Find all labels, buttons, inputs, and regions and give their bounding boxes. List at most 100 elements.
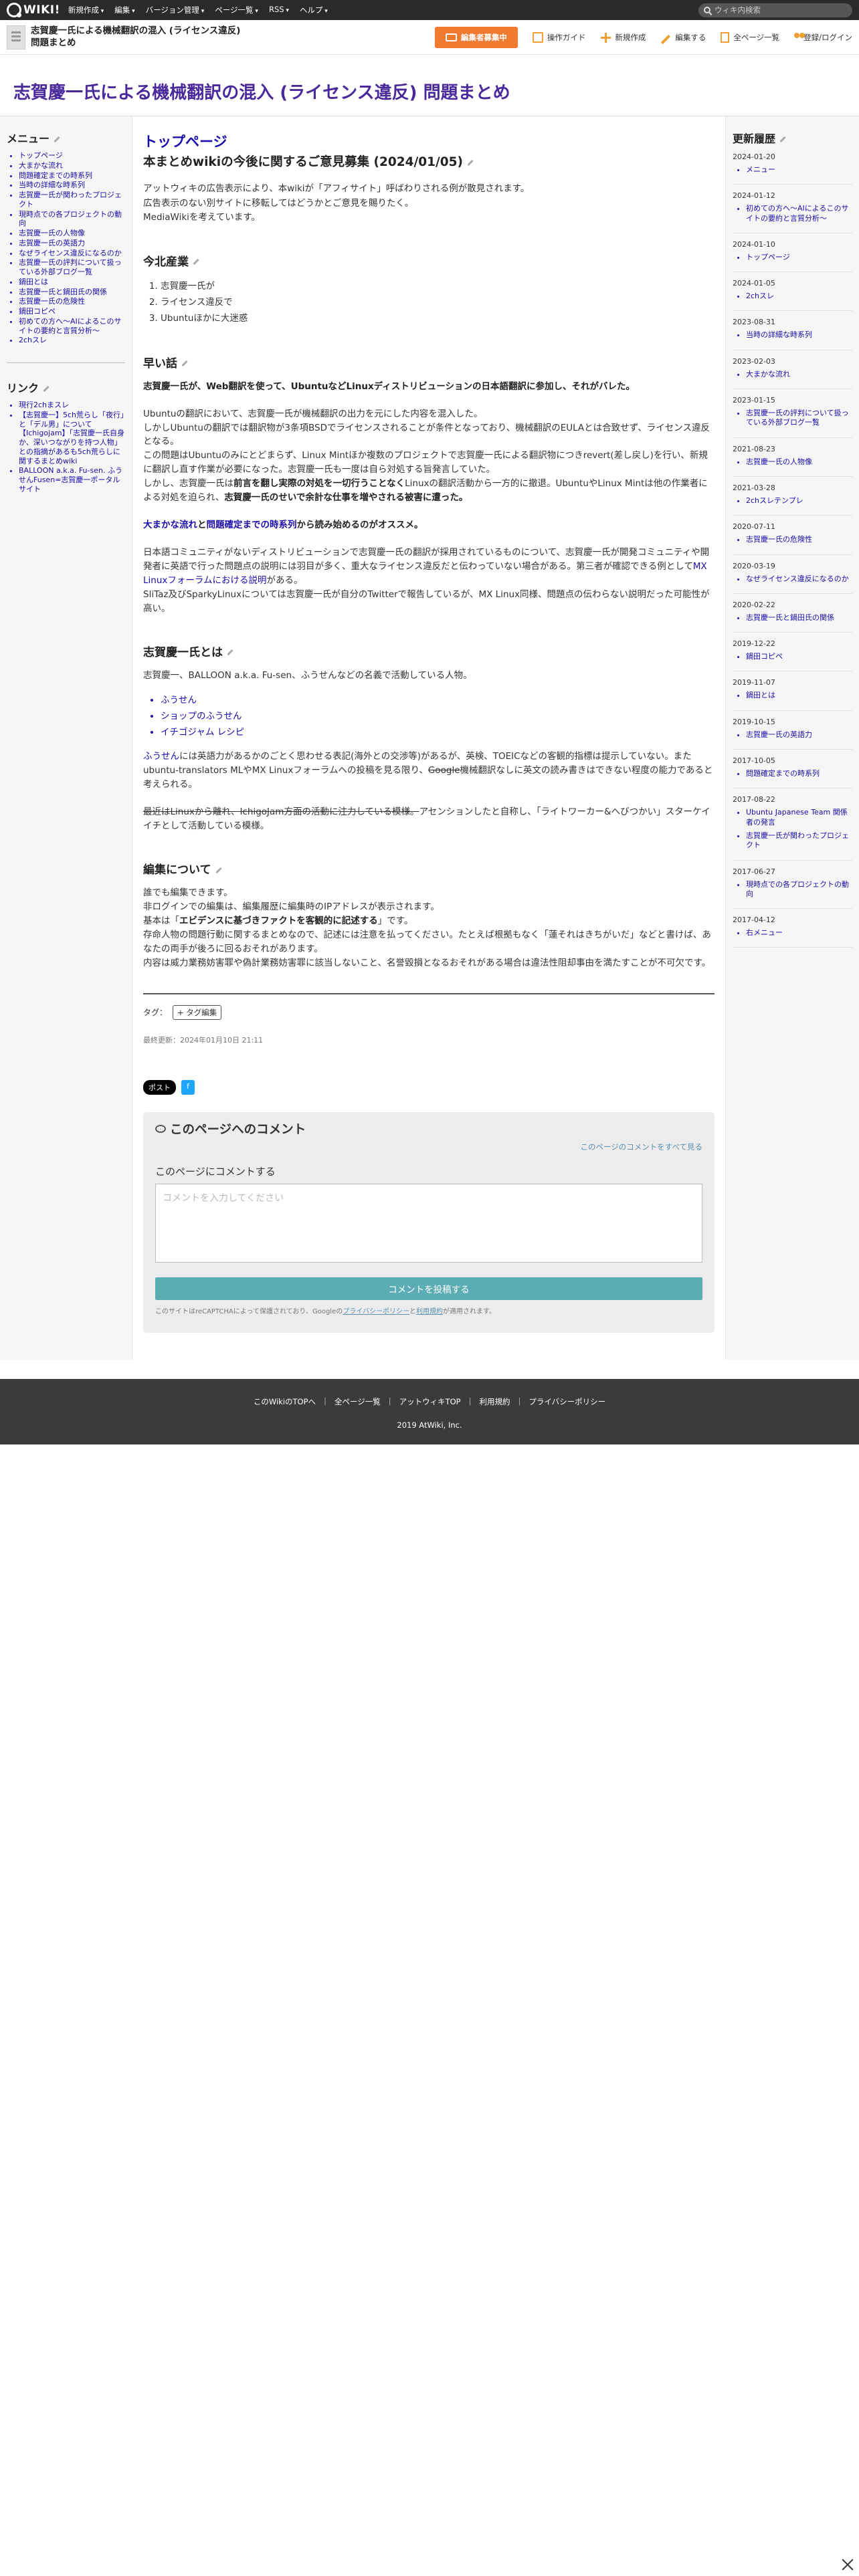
close-icon[interactable]: [840, 2557, 855, 2572]
history-item[interactable]: 鍋田とは: [746, 691, 852, 700]
history-item[interactable]: 志賀慶一氏の人物像: [746, 457, 852, 467]
timeline-link[interactable]: 問題確定までの時系列: [207, 520, 297, 530]
edit-icon[interactable]: [54, 136, 60, 143]
recaptcha-note: このサイトはreCAPTCHAによって保護されており、Googleのプライバシー…: [155, 1307, 496, 1315]
sidebar-item[interactable]: 初めての方へ〜AIによるこのサイトの要約と言質分析〜: [19, 317, 125, 336]
sidebar-item[interactable]: 大まかな流れ: [19, 161, 125, 171]
sidebar-item[interactable]: 志賀慶一氏と鍋田氏の関係: [19, 288, 125, 297]
history-heading: 更新履歴: [733, 130, 852, 146]
paragraph: この問題はUbuntuのみにとどまらず、Linux Mintほか複数のプロジェク…: [143, 450, 708, 475]
new-page-link[interactable]: 新規作成: [600, 32, 646, 43]
sidebar-item[interactable]: 2chスレ: [19, 336, 125, 345]
sidebar-link[interactable]: 【志賀慶一】5ch荒らし「夜行」と「デル男」について【Ichigojam】「志賀…: [19, 411, 125, 466]
paragraph: 最近はLinuxから離れ、IchigoJam方面の活動に注力している模様。アセン…: [143, 807, 710, 832]
history-item[interactable]: 当時の詳細な時系列: [746, 330, 852, 340]
history-date: 2019-10-15: [733, 717, 775, 726]
notice-text: MediaWikiを考えています。: [143, 212, 260, 223]
alias-link[interactable]: ショップのふうせん: [161, 708, 714, 724]
sidebar-item[interactable]: 志賀慶一氏の英語力: [19, 239, 125, 248]
footer-link-allpages[interactable]: 全ページ一覧: [335, 1396, 381, 1407]
history-item[interactable]: 志賀慶一氏の評判について扱っている外部ブログ一覧: [746, 409, 852, 428]
menu-new[interactable]: 新規作成: [68, 5, 104, 15]
sidebar-item[interactable]: 志賀慶一氏の人物像: [19, 229, 125, 238]
sidebar-item[interactable]: 問題確定までの時系列: [19, 171, 125, 181]
history-item[interactable]: トップページ: [746, 253, 852, 262]
privacy-link[interactable]: プライバシーポリシー: [343, 1308, 409, 1315]
history-date: 2020-07-11: [733, 522, 775, 532]
alias-link[interactable]: ふうせん: [161, 692, 714, 708]
edit-link[interactable]: 編集する: [660, 32, 706, 44]
history-item[interactable]: 2chスレ: [746, 292, 852, 301]
edit-icon[interactable]: [43, 385, 50, 393]
menu-edit[interactable]: 編集: [114, 5, 134, 15]
edit-icon[interactable]: [193, 259, 199, 265]
sidebar-link[interactable]: 現行2chまスレ: [19, 401, 125, 410]
divider: [7, 362, 125, 363]
sidebar-link[interactable]: BALLOON a.k.a. Fu-sen. ふうせんFusen=志賀慶一ポータ…: [19, 466, 125, 494]
sidebar-item[interactable]: なぜライセンス違反になるのか: [19, 249, 125, 258]
history-item[interactable]: 志賀慶一氏の英語力: [746, 730, 852, 740]
sidebar-item[interactable]: 当時の詳細な時系列: [19, 181, 125, 190]
menu-pages[interactable]: ページ一覧: [215, 5, 258, 15]
list-item: 志賀慶一氏が: [161, 278, 714, 294]
comment-textarea[interactable]: コメントを入力してください: [155, 1183, 702, 1263]
section-heading: 早い話: [143, 354, 714, 370]
footer: このWikiのTOPへ | 全ページ一覧 | アットウィキTOP | 利用規約 | プラ…: [0, 1379, 859, 1444]
history-item[interactable]: 大まかな流れ: [746, 370, 852, 379]
page-heading[interactable]: トップページ: [143, 131, 714, 151]
recruit-button[interactable]: 編集者募集中: [434, 26, 518, 48]
history-item[interactable]: 右メニュー: [746, 928, 852, 938]
footer-link-privacy[interactable]: プライバシーポリシー: [529, 1396, 605, 1407]
sidebar-item[interactable]: 鍋田とは: [19, 278, 125, 287]
guide-link[interactable]: 操作ガイド: [532, 31, 585, 43]
footer-link-atwiki[interactable]: アットウィキTOP: [399, 1396, 461, 1407]
edit-icon[interactable]: [181, 360, 188, 367]
history-item[interactable]: 初めての方へ〜AIによるこのサイトの要約と言質分析〜: [746, 204, 852, 223]
right-sidebar: 更新履歴 2024-01-20 メニュー 2024-01-12 初めての方へ〜A…: [725, 116, 859, 1360]
history-item[interactable]: 問題確定までの時系列: [746, 769, 852, 778]
history-item[interactable]: 現時点での各プロジェクトの動向: [746, 880, 852, 899]
sidebar-item[interactable]: 志賀慶一氏の危険性: [19, 297, 125, 306]
comment-submit-button[interactable]: コメントを投稿する: [155, 1277, 702, 1300]
site-title[interactable]: 志賀慶一氏による機械翻訳の混入 (ライセンス違反) 問題まとめ: [31, 25, 245, 49]
facebook-button[interactable]: f: [181, 1079, 195, 1095]
history-date: 2024-01-20: [733, 152, 775, 161]
user-icon: [794, 33, 800, 38]
paragraph: 基本は「エビデンスに基づきファクトを客観的に記述する」です。: [143, 915, 413, 926]
menu-help[interactable]: ヘルプ: [300, 5, 328, 15]
flow-link[interactable]: 大まかな流れ: [143, 520, 197, 530]
sidebar-item[interactable]: 鍋田コピペ: [19, 307, 125, 316]
page-title: 志賀慶一氏による機械翻訳の混入 (ライセンス違反) 問題まとめ: [13, 83, 510, 103]
history-item[interactable]: 2chスレテンプレ: [746, 496, 852, 506]
alias-link[interactable]: イチゴジャム レシピ: [161, 724, 714, 740]
menu-version[interactable]: バージョン管理: [146, 5, 205, 15]
menu-rss[interactable]: RSS: [269, 5, 289, 15]
sidebar-item[interactable]: トップページ: [19, 151, 125, 160]
all-pages-link[interactable]: 全ページ一覧: [721, 31, 779, 43]
x-post-button[interactable]: ポスト: [143, 1079, 176, 1095]
sidebar-item[interactable]: 現時点での各プロジェクトの動向: [19, 210, 125, 229]
edit-icon[interactable]: [227, 649, 233, 656]
history-item[interactable]: なぜライセンス違反になるのか: [746, 574, 852, 584]
terms-link[interactable]: 利用規約: [416, 1308, 443, 1315]
login-link[interactable]: 登録/ログイン: [794, 32, 852, 43]
tag-edit-button[interactable]: + タグ編集: [173, 1004, 222, 1020]
paragraph: Ubuntuの翻訳において、志賀慶一氏が機械翻訳の出力を元にした内容を混入した。: [143, 408, 483, 419]
sidebar-item[interactable]: 志賀慶一氏の評判について扱っている外部ブログ一覧: [19, 258, 125, 277]
history-item[interactable]: Ubuntu Japanese Team 関係者の発言: [746, 808, 852, 827]
edit-icon[interactable]: [779, 136, 786, 143]
edit-icon[interactable]: [467, 159, 474, 166]
sidebar-item[interactable]: 志賀慶一氏が関わったプロジェクト: [19, 191, 125, 209]
footer-link-terms[interactable]: 利用規約: [479, 1396, 510, 1407]
view-all-comments-link[interactable]: このページのコメントをすべて見る: [155, 1142, 702, 1152]
search-input[interactable]: ウィキ内検索: [698, 3, 852, 17]
history-item[interactable]: 鍋田コピペ: [746, 652, 852, 661]
edit-icon[interactable]: [215, 867, 222, 873]
history-item[interactable]: メニュー: [746, 165, 852, 175]
fusen-link[interactable]: ふうせん: [143, 751, 179, 762]
history-item[interactable]: 志賀慶一氏が関わったプロジェクト: [746, 831, 852, 851]
footer-link-top[interactable]: このWikiのTOPへ: [254, 1396, 316, 1407]
atwiki-logo[interactable]: WIKI!: [7, 3, 60, 17]
history-item[interactable]: 志賀慶一氏と鍋田氏の関係: [746, 613, 852, 623]
history-item[interactable]: 志賀慶一氏の危険性: [746, 535, 852, 544]
